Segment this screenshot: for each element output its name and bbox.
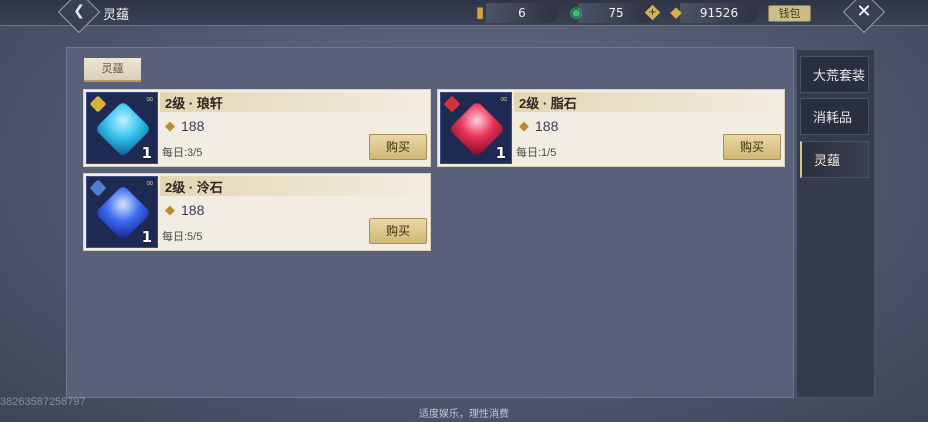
currency-gold: 91526: [680, 3, 758, 23]
item-thumbnail[interactable]: ∞ 1: [440, 92, 512, 164]
health-notice: 适度娱乐，理性消费: [419, 409, 509, 420]
buy-button[interactable]: 购买: [369, 218, 427, 244]
link-icon: ∞: [145, 94, 154, 105]
buy-button[interactable]: 购买: [723, 134, 781, 160]
close-icon[interactable]: ✕: [852, 1, 876, 23]
item-name: 2级 · 琅轩: [165, 96, 223, 111]
add-currency-plus-icon[interactable]: +: [644, 4, 661, 21]
daily-limit: 每日:3/5: [162, 147, 203, 159]
item-thumbnail[interactable]: ∞ 1: [86, 176, 158, 248]
daily-limit: 每日:1/5: [516, 147, 557, 159]
currency-ticket-value: 6: [518, 6, 526, 20]
currency-gold-value: 91526: [699, 6, 739, 20]
item-price: 188: [181, 202, 205, 218]
item-name: 2级 · 脂石: [519, 96, 577, 111]
currency-jade-value: 75: [608, 6, 624, 20]
sidebar-item-lingyun[interactable]: 灵蕴: [800, 141, 869, 178]
shop-item-card[interactable]: ∞ 1 2级 · 琅轩 ◆ 188 每日:3/5 购买: [83, 89, 431, 167]
item-price: 188: [535, 118, 559, 134]
tab-lingyun[interactable]: 灵蕴: [84, 58, 141, 82]
currency-jade: 75: [578, 3, 654, 23]
shop-item-card[interactable]: ∞ 1 2级 · 脂石 ◆ 188 每日:1/5 购买: [437, 89, 785, 167]
gold-ingot-icon: ◆: [670, 3, 682, 21]
item-quantity: 1: [141, 144, 152, 162]
link-icon: ∞: [499, 94, 508, 105]
gold-ingot-icon: ◆: [165, 119, 175, 134]
chevron-left-icon[interactable]: ❮: [71, 2, 87, 20]
rarity-icon: [89, 95, 107, 113]
sidebar-item-dahuang-set[interactable]: 大荒套装: [800, 56, 869, 93]
rarity-icon: [89, 179, 107, 197]
page-title: 灵蕴: [103, 7, 130, 22]
wallet-button[interactable]: 钱包: [768, 5, 811, 22]
item-price: 188: [181, 118, 205, 134]
item-quantity: 1: [141, 228, 152, 246]
shop-item-card[interactable]: ∞ 1 2级 · 泠石 ◆ 188 每日:5/5 购买: [83, 173, 431, 251]
gold-ingot-icon: ◆: [519, 119, 529, 134]
currency-ticket: 6: [486, 3, 558, 23]
link-icon: ∞: [145, 178, 154, 189]
rarity-icon: [443, 95, 461, 113]
item-quantity: 1: [495, 144, 506, 162]
sidebar-item-consumables[interactable]: 消耗品: [800, 98, 869, 135]
jade-coin-icon: ◉: [569, 3, 583, 21]
gold-ticket-icon: ▮: [475, 3, 485, 21]
item-name: 2级 · 泠石: [165, 180, 223, 195]
buy-button[interactable]: 购买: [369, 134, 427, 160]
item-thumbnail[interactable]: ∞ 1: [86, 92, 158, 164]
daily-limit: 每日:5/5: [162, 231, 203, 243]
gold-ingot-icon: ◆: [165, 203, 175, 218]
